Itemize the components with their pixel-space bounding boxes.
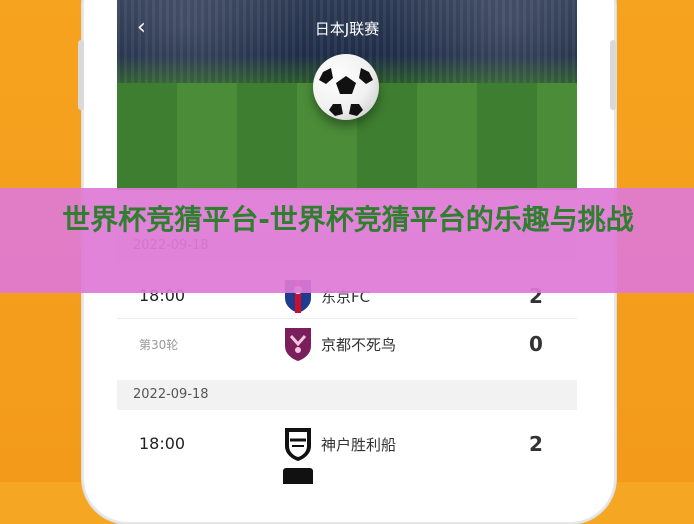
away-score: 0 (529, 332, 543, 356)
divider (117, 318, 577, 319)
kyoto-sanga-crest-icon (285, 328, 311, 361)
page-title: 日本J联赛 (314, 20, 380, 38)
vissel-kobe-crest-icon (285, 428, 311, 461)
headline-text: 世界杯竞猜平台-世界杯竞猜平台的乐趣与挑战 (62, 203, 634, 236)
match-row-home[interactable]: 18:00 神户胜利船 2 (117, 422, 577, 466)
soccer-ball-icon (313, 54, 379, 120)
home-score: 2 (529, 432, 543, 456)
match-date-header: 2022-09-18 (117, 380, 577, 410)
match-row-away[interactable]: 第30轮 京都不死鸟 0 (117, 322, 577, 366)
phone-side-button-left (78, 40, 84, 110)
match-round: 第30轮 (139, 338, 179, 352)
match-time: 18:00 (139, 434, 186, 453)
hero-image: ‹ 日本J联赛 (117, 0, 577, 190)
home-team-name: 神户胜利船 (321, 436, 397, 454)
away-team-name: 京都不死鸟 (321, 336, 397, 354)
phone-side-button-right (610, 40, 616, 110)
